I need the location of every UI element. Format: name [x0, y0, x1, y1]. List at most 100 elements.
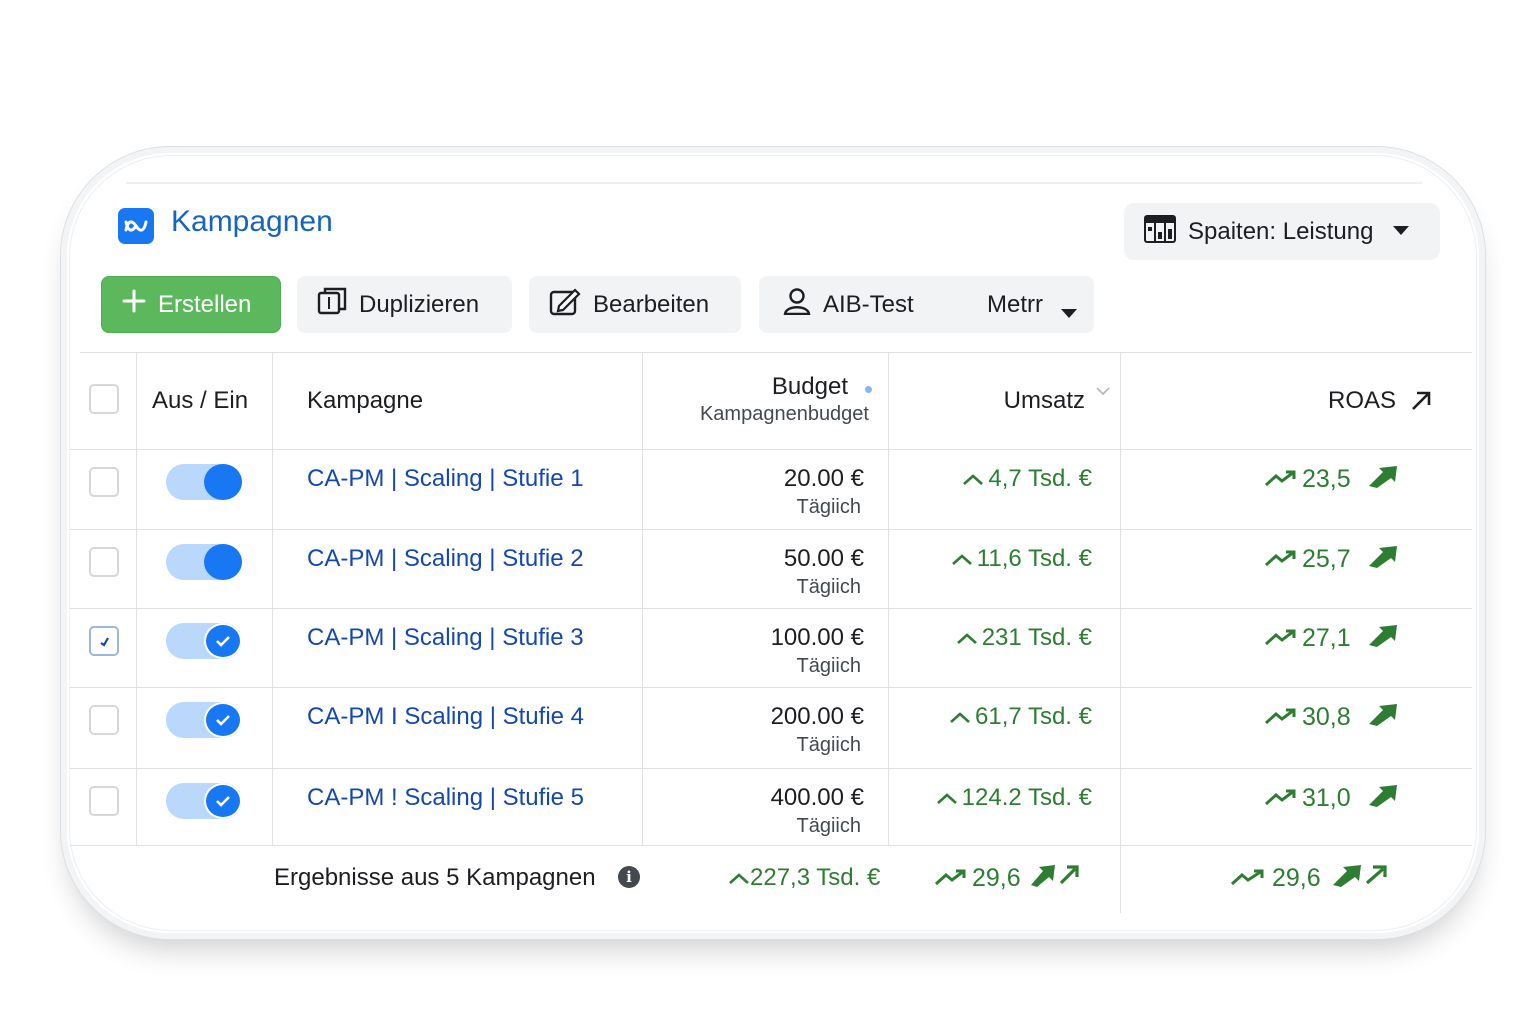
campaign-name-link[interactable]: CA-PM | Scaling | Stufie 2	[307, 545, 584, 573]
trend-up-small-icon	[956, 624, 978, 652]
chevron-down-icon	[1393, 223, 1410, 241]
toggle-knob	[204, 623, 242, 659]
user-icon	[783, 287, 811, 322]
footer-roas: 29,6	[1230, 863, 1393, 894]
campaign-toggle[interactable]	[166, 464, 242, 500]
header-revenue[interactable]: Umsatz	[1004, 387, 1085, 415]
footer-roas-value: 29,6	[1272, 864, 1321, 892]
row-divider	[70, 529, 1472, 530]
campaign-toggle[interactable]	[166, 702, 242, 738]
roas-cell: 30,8	[1264, 702, 1399, 733]
revenue-value: 4,7 Tsd. €	[988, 465, 1092, 492]
header-campaign[interactable]: Kampagne	[307, 387, 423, 415]
roas-value: 31,0	[1302, 784, 1351, 812]
budget-period: Tägiich	[796, 815, 861, 837]
footer-roas-mid: 29,6	[934, 863, 1085, 894]
header-budget-sub: Kampagnenbudget	[699, 403, 869, 425]
col-divider	[1120, 353, 1121, 913]
duplicate-button[interactable]: Duplizieren	[297, 276, 512, 333]
budget-value: 100.00 €	[770, 624, 864, 651]
row-checkbox[interactable]	[89, 467, 119, 497]
trend-up-icon	[1264, 465, 1300, 494]
check-icon	[100, 637, 109, 647]
more-label[interactable]: Metrr	[987, 291, 1043, 319]
growth-arrow-icon	[1367, 702, 1399, 733]
campaign-toggle[interactable]	[166, 623, 242, 659]
budget-value: 400.00 €	[770, 784, 864, 811]
create-button[interactable]: Erstellen	[101, 276, 281, 333]
roas-value: 27,1	[1302, 624, 1351, 652]
ab-test-label: AIB-Test	[823, 290, 914, 318]
trend-up-icon	[934, 864, 968, 893]
row-divider	[70, 687, 1472, 688]
duplicate-label: Duplizieren	[359, 290, 480, 318]
arrow-up-right-icon	[1410, 390, 1432, 417]
budget-value: 200.00 €	[770, 703, 864, 730]
campaign-name-link[interactable]: CA-PM I Scaling | Stufie 4	[307, 703, 584, 731]
row-checkbox[interactable]	[89, 547, 119, 577]
revenue-value: 11,6 Tsd. €	[976, 545, 1092, 572]
budget-value: 20.00 €	[783, 465, 864, 492]
trend-up-small-icon	[949, 703, 971, 731]
growth-arrow-icon	[1367, 783, 1399, 814]
plus-icon	[122, 289, 146, 320]
trend-up-icon	[1264, 545, 1300, 574]
revenue-cell: 231 Tsd. €	[956, 624, 1092, 652]
trend-up-small-icon	[728, 864, 750, 892]
campaign-toggle[interactable]	[166, 544, 242, 580]
revenue-cell: 61,7 Tsd. €	[949, 703, 1092, 731]
budget-period: Tägiich	[796, 576, 861, 598]
duplicate-icon	[317, 287, 347, 322]
campaign-card	[60, 146, 1486, 940]
growth-arrow-icon	[1331, 863, 1393, 894]
header-budget[interactable]: Budget	[772, 373, 848, 401]
footer-roas-mid-value: 29,6	[972, 864, 1021, 892]
trend-up-small-icon	[951, 545, 973, 573]
campaign-name-link[interactable]: CA-PM | Scaling | Stufie 1	[307, 465, 584, 493]
edit-label: Bearbeiten	[593, 290, 710, 318]
revenue-cell: 11,6 Tsd. €	[951, 545, 1092, 573]
footer-revenue-value: 227,3 Tsd. €	[750, 864, 881, 891]
columns-icon	[1144, 215, 1176, 248]
chevron-down-icon	[1061, 298, 1077, 326]
row-checkbox[interactable]	[89, 705, 119, 735]
chevron-down-icon[interactable]	[1096, 383, 1110, 401]
row-divider	[70, 768, 1472, 769]
row-checkbox[interactable]	[89, 786, 119, 816]
campaign-name-link[interactable]: CA-PM | Scaling | Stufie 3	[307, 624, 584, 652]
edit-button[interactable]: Bearbeiten	[529, 276, 741, 333]
col-divider	[642, 353, 643, 845]
revenue-cell: 4,7 Tsd. €	[962, 465, 1092, 493]
sort-indicator-icon	[865, 386, 872, 393]
ab-test-button[interactable]: AIB-Test Metrr	[759, 276, 1094, 333]
top-divider	[126, 182, 1422, 184]
budget-period: Tägiich	[796, 655, 861, 677]
toggle-knob	[204, 702, 242, 738]
info-icon[interactable]: i	[618, 866, 640, 888]
roas-value: 25,7	[1302, 545, 1351, 573]
row-divider	[70, 608, 1472, 609]
columns-dropdown[interactable]: Spaiten: Leistung	[1124, 203, 1440, 260]
toggle-knob	[204, 544, 242, 580]
revenue-value: 231 Tsd. €	[981, 624, 1092, 651]
col-divider	[272, 353, 273, 845]
roas-cell: 27,1	[1264, 623, 1399, 654]
meta-logo-icon	[118, 208, 154, 244]
card-inner	[69, 155, 1477, 931]
growth-arrow-icon	[1367, 464, 1399, 495]
toggle-knob	[204, 464, 242, 500]
row-checkbox[interactable]	[89, 626, 119, 656]
toggle-knob	[204, 783, 242, 819]
table-top-border	[80, 352, 1472, 353]
footer-divider	[70, 845, 1472, 846]
header-roas[interactable]: ROAS	[1328, 387, 1396, 415]
trend-up-small-icon	[962, 465, 984, 493]
revenue-value: 124.2 Tsd. €	[961, 784, 1092, 811]
campaign-name-link[interactable]: CA-PM ! Scaling | Stufie 5	[307, 784, 584, 812]
header-toggle[interactable]: Aus / Ein	[152, 387, 248, 415]
page-title: Kampagnen	[171, 205, 333, 238]
growth-arrow-icon	[1367, 623, 1399, 654]
campaign-toggle[interactable]	[166, 783, 242, 819]
growth-arrow-icon	[1367, 544, 1399, 575]
select-all-checkbox[interactable]	[89, 384, 119, 414]
